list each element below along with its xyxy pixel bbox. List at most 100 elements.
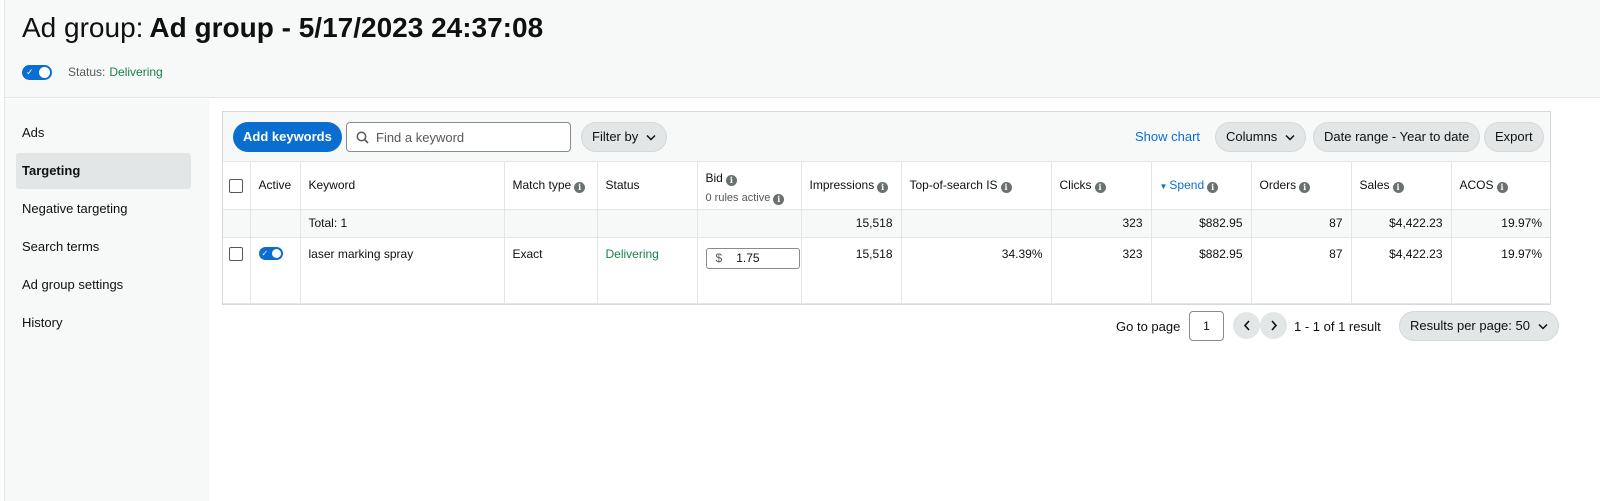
keyword-search[interactable] [346, 122, 571, 152]
spend-header-label: Spend [1169, 177, 1205, 192]
totals-clicks: 323 [1051, 209, 1152, 238]
page-number-input[interactable]: 1 [1189, 311, 1224, 341]
column-header-top-of-search[interactable]: Top-of-search IS i [901, 162, 1052, 210]
totals-spend: $882.95 [1151, 209, 1252, 238]
totals-label: Total: 1 [300, 209, 505, 238]
go-to-page-label: Go to page [1116, 319, 1181, 334]
sidebar-item-ad-group-settings[interactable]: Ad group settings [16, 267, 191, 303]
status-label: Status: [68, 65, 106, 79]
bid-header-label: Bid [705, 171, 723, 185]
keyword-active-toggle[interactable]: ✓ [258, 246, 283, 260]
top-of-search-value: 34.39% [901, 237, 1052, 304]
keywords-panel: Add keywords Filter by Show chart Column… [222, 111, 1551, 305]
info-icon[interactable]: i [1496, 181, 1508, 193]
check-icon: ✓ [261, 248, 269, 258]
row-active-cell: ✓ [250, 237, 301, 304]
totals-sales: $4,422.23 [1351, 209, 1452, 238]
sidebar-nav: Ads Targeting Negative targeting Search … [5, 99, 209, 501]
toggle-knob [39, 66, 50, 78]
totals-empty-cell [901, 209, 1052, 238]
orders-header-label: Orders [1259, 177, 1297, 192]
impressions-header-label: Impressions [809, 177, 875, 192]
column-header-match-type[interactable]: Match type i [504, 162, 598, 210]
chevron-right-icon [1270, 320, 1277, 331]
column-header-acos[interactable]: ACOS i [1451, 162, 1550, 210]
info-icon[interactable]: i [1094, 181, 1106, 193]
chevron-left-icon [1243, 320, 1250, 331]
bid-input[interactable]: $ 1.75 [705, 247, 800, 269]
page-title: Ad group: Ad group - 5/17/2023 24:37:08 [22, 10, 543, 46]
match-type-value: Exact [504, 237, 598, 304]
results-per-page-label: Results per page: 50 [1410, 318, 1530, 333]
column-header-clicks[interactable]: Clicks i [1051, 162, 1152, 210]
previous-page-button[interactable] [1233, 312, 1260, 339]
sales-header-label: Sales [1359, 177, 1390, 192]
chevron-down-icon [1285, 134, 1295, 141]
results-range: 1 - 1 of 1 result [1294, 319, 1381, 334]
column-header-bid[interactable]: Bid i 0 rules active i [697, 162, 802, 210]
next-page-button[interactable] [1260, 312, 1287, 339]
totals-empty-cell [697, 209, 802, 238]
acos-header-label: ACOS [1459, 177, 1494, 192]
keyword-text: laser marking spray [300, 237, 505, 304]
top-of-search-header-label: Top-of-search IS [909, 177, 998, 192]
info-icon[interactable]: i [1207, 181, 1219, 193]
info-icon[interactable]: i [877, 181, 889, 193]
check-icon: ✓ [26, 66, 34, 77]
info-icon[interactable]: i [773, 194, 785, 205]
date-range-button[interactable]: Date range - Year to date [1313, 122, 1481, 152]
totals-row: Total: 1 15,518 323 $882.95 87 $4,422.23… [223, 209, 1550, 238]
clicks-header-label: Clicks [1059, 177, 1092, 192]
row-select-cell [223, 237, 251, 304]
add-keywords-button[interactable]: Add keywords [233, 122, 342, 152]
row-checkbox[interactable] [229, 247, 243, 262]
column-header-impressions[interactable]: Impressions i [801, 162, 902, 210]
columns-label: Columns [1226, 129, 1278, 144]
info-icon[interactable]: i [574, 181, 586, 193]
column-header-orders[interactable]: Orders i [1251, 162, 1352, 210]
totals-empty-cell [597, 209, 698, 238]
table-row: ✓ laser marking spray Exact Delivering $… [223, 237, 1550, 304]
keyword-status: Delivering [597, 237, 698, 304]
columns-button[interactable]: Columns [1215, 122, 1307, 152]
column-header-sales[interactable]: Sales i [1351, 162, 1452, 210]
spend-value: $882.95 [1151, 237, 1252, 304]
export-button[interactable]: Export [1484, 122, 1544, 152]
sidebar-item-ads[interactable]: Ads [16, 115, 191, 151]
bid-rules-text: 0 rules active [705, 192, 771, 204]
show-chart-link[interactable]: Show chart [1135, 122, 1200, 152]
ad-group-status-toggle[interactable]: ✓ [22, 64, 52, 80]
column-header-spend[interactable]: ▼ Spend i [1151, 162, 1252, 210]
select-all-checkbox[interactable] [229, 178, 243, 193]
orders-value: 87 [1251, 237, 1352, 304]
filter-by-button[interactable]: Filter by [581, 122, 668, 152]
totals-acos: 19.97% [1451, 209, 1550, 238]
page-title-prefix: Ad group: [22, 12, 144, 43]
totals-orders: 87 [1251, 209, 1352, 238]
ad-group-name: Ad group - 5/17/2023 24:37:08 [149, 12, 544, 43]
info-icon[interactable]: i [1299, 181, 1311, 193]
status-value: Delivering [109, 65, 163, 79]
sidebar-item-search-terms[interactable]: Search terms [16, 229, 191, 265]
totals-empty-cell [223, 209, 251, 238]
bid-cell: $ 1.75 [697, 237, 802, 304]
column-header-status[interactable]: Status [597, 162, 698, 210]
results-per-page-dropdown[interactable]: Results per page: 50 [1399, 311, 1559, 341]
sidebar-item-history[interactable]: History [16, 305, 191, 341]
keywords-table: Active Keyword Match type i Status Bid i 0… [223, 162, 1550, 304]
info-icon[interactable]: i [1392, 181, 1404, 193]
table-toolbar: Add keywords Filter by Show chart Column… [223, 112, 1550, 162]
sidebar-item-targeting[interactable]: Targeting [16, 153, 191, 189]
keyword-search-input[interactable] [376, 129, 556, 145]
page-header: Ad group: Ad group - 5/17/2023 24:37:08 ✓… [5, 0, 1600, 98]
impressions-value: 15,518 [801, 237, 902, 304]
sidebar-item-negative-targeting[interactable]: Negative targeting [16, 191, 191, 227]
info-icon[interactable]: i [725, 175, 737, 186]
totals-impressions: 15,518 [801, 209, 902, 238]
info-icon[interactable]: i [1000, 181, 1012, 193]
column-header-keyword[interactable]: Keyword [300, 162, 505, 210]
table-header-row: Active Keyword Match type i Status Bid i 0… [223, 162, 1550, 210]
bid-value: 1.75 [736, 251, 760, 265]
clicks-value: 323 [1051, 237, 1152, 304]
bid-currency: $ [715, 251, 723, 265]
